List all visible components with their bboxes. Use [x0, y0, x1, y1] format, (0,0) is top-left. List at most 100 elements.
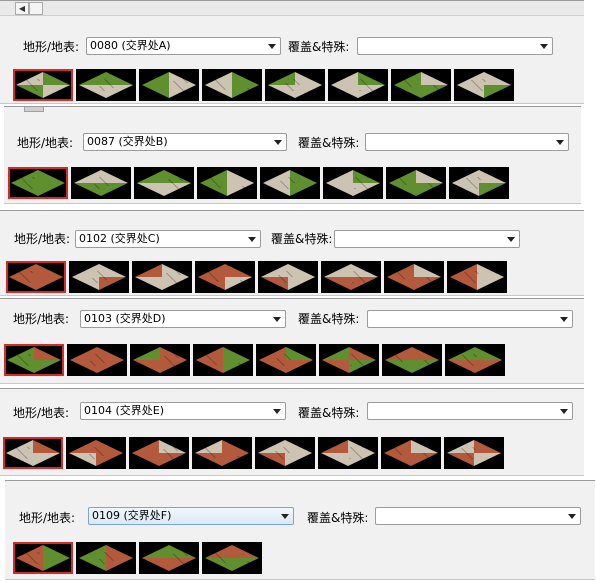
brick-texture: [258, 453, 285, 466]
brick-texture: [198, 277, 225, 290]
terrain-select[interactable]: 0103 (交界处D): [80, 310, 286, 328]
texture-speckle: [238, 457, 240, 458]
scroll-left-icon[interactable]: ◀: [15, 2, 29, 15]
texture-speckle: [21, 453, 23, 454]
texture-speckle: [398, 177, 400, 178]
texture-speckle: [244, 188, 246, 189]
terrain-tile[interactable]: [265, 69, 325, 101]
terrain-tile[interactable]: [391, 69, 451, 101]
texture-speckle: [223, 88, 225, 89]
terrain-tile[interactable]: [193, 344, 253, 376]
texture-speckle: [400, 179, 402, 180]
terrain-tile[interactable]: [4, 344, 64, 376]
texture-speckle: [209, 177, 211, 178]
texture-speckle: [289, 87, 291, 88]
terrain-tile[interactable]: [328, 69, 388, 101]
overlay-select[interactable]: [334, 230, 520, 248]
texture-speckle: [212, 276, 214, 277]
texture-speckle: [209, 273, 211, 274]
terrain-tile[interactable]: [384, 261, 444, 293]
terrain-select[interactable]: 0104 (交界处E): [80, 402, 286, 420]
terrain-select[interactable]: 0102 (交界处C): [75, 230, 261, 248]
texture-speckle: [167, 274, 169, 275]
overlay-select[interactable]: [367, 310, 573, 328]
terrain-select-value: 0109 (交界处F): [92, 509, 172, 522]
terrain-tile[interactable]: [445, 344, 505, 376]
brick-texture: [474, 440, 501, 453]
terrain-tile[interactable]: [381, 437, 441, 469]
terrain-tile[interactable]: [321, 261, 381, 293]
overlay-select[interactable]: [375, 507, 581, 525]
terrain-tile[interactable]: [386, 167, 446, 199]
texture-speckle: [215, 553, 217, 554]
terrain-tile[interactable]: [134, 167, 194, 199]
terrain-tile[interactable]: [13, 542, 73, 574]
terrain-tile[interactable]: [382, 344, 442, 376]
texture-speckle: [217, 555, 219, 556]
texture-speckle: [107, 555, 109, 556]
texture-speckle: [100, 274, 102, 275]
terrain-tile[interactable]: [129, 437, 189, 469]
terrain-tile[interactable]: [258, 261, 318, 293]
terrain-tile[interactable]: [13, 69, 73, 101]
terrain-tile[interactable]: [319, 344, 379, 376]
overlay-select[interactable]: [357, 37, 553, 55]
terrain-tile[interactable]: [447, 261, 507, 293]
terrain-tile[interactable]: [130, 344, 190, 376]
terrain-tile[interactable]: [76, 542, 136, 574]
texture-speckle: [472, 81, 474, 82]
terrain-tile[interactable]: [6, 261, 66, 293]
terrain-tile[interactable]: [260, 167, 320, 199]
terrain-tile[interactable]: [255, 437, 315, 469]
texture-speckle: [462, 355, 464, 356]
terrain-tile[interactable]: [3, 437, 63, 469]
terrain-tile[interactable]: [76, 69, 136, 101]
grass-texture: [34, 360, 61, 373]
overlay-select[interactable]: [367, 402, 573, 420]
terrain-tile[interactable]: [256, 344, 316, 376]
texture-speckle: [181, 180, 183, 181]
terrain-tile[interactable]: [66, 437, 126, 469]
terrain-tile[interactable]: [192, 437, 252, 469]
texture-speckle: [475, 271, 477, 272]
splitter-grip[interactable]: [24, 107, 44, 112]
scroll-thumb[interactable]: [29, 2, 43, 15]
terrain-tile[interactable]: [195, 261, 255, 293]
terrain-tile[interactable]: [318, 437, 378, 469]
grass-texture: [290, 170, 317, 183]
texture-speckle: [398, 358, 400, 359]
texture-speckle: [214, 182, 216, 183]
terrain-tile[interactable]: [454, 69, 514, 101]
texture-speckle: [433, 85, 435, 86]
texture-speckle: [289, 178, 291, 179]
texture-speckle: [276, 452, 278, 453]
texture-speckle: [102, 455, 104, 456]
terrain-select[interactable]: 0087 (交界处B): [83, 133, 287, 151]
terrain-tile[interactable]: [202, 542, 262, 574]
terrain-tile[interactable]: [444, 437, 504, 469]
grass-texture: [232, 85, 259, 98]
terrain-tile[interactable]: [323, 167, 383, 199]
texture-speckle: [37, 79, 39, 80]
texture-speckle: [360, 363, 362, 364]
texture-speckle: [286, 450, 288, 451]
texture-speckle: [96, 449, 98, 450]
terrain-tile[interactable]: [449, 167, 509, 199]
terrain-tile[interactable]: [8, 167, 68, 199]
terrain-tile[interactable]: [132, 261, 192, 293]
terrain-tile[interactable]: [139, 542, 199, 574]
texture-speckle: [293, 79, 295, 80]
texture-speckle: [33, 560, 35, 561]
terrain-tile[interactable]: [202, 69, 262, 101]
texture-speckle: [396, 356, 398, 357]
terrain-select[interactable]: 0109 (交界处F): [88, 507, 294, 525]
overlay-select[interactable]: [365, 133, 569, 151]
terrain-tile[interactable]: [71, 167, 131, 199]
terrain-tile[interactable]: [197, 167, 257, 199]
terrain-tile[interactable]: [139, 69, 199, 101]
terrain-tile[interactable]: [67, 344, 127, 376]
terrain-select[interactable]: 0080 (交界处A): [86, 37, 281, 55]
texture-speckle: [408, 84, 410, 85]
horizontal-scrollbar[interactable]: ◀: [0, 1, 584, 16]
terrain-tile[interactable]: [69, 261, 129, 293]
